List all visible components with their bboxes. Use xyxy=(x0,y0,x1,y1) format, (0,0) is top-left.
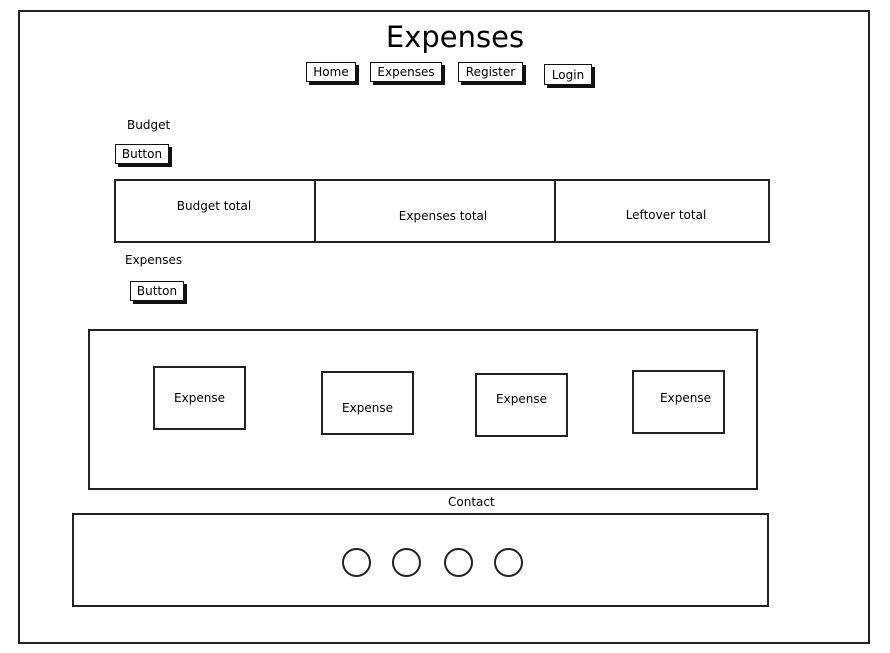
leftover-total-label: Leftover total xyxy=(625,208,707,222)
budget-total-label: Budget total xyxy=(176,199,252,213)
expenses-total-label: Expenses total xyxy=(398,209,488,223)
expenses-total-cell: Expenses total xyxy=(316,179,556,243)
page-title: Expenses xyxy=(385,20,525,54)
contact-heading: Contact xyxy=(448,495,495,509)
expense-card[interactable]: Expense xyxy=(475,373,568,437)
expenses-button[interactable]: Button xyxy=(130,281,184,301)
expenses-heading: Expenses xyxy=(125,253,183,267)
expense-card[interactable]: Expense xyxy=(321,371,414,435)
budget-total-cell: Budget total xyxy=(114,179,316,243)
expense-card[interactable]: Expense xyxy=(153,366,246,430)
nav-register-button[interactable]: Register xyxy=(458,62,523,82)
nav-login-button[interactable]: Login xyxy=(544,64,592,85)
contact-circle-icon[interactable] xyxy=(342,548,371,577)
leftover-total-cell: Leftover total xyxy=(556,179,770,243)
expense-card[interactable]: Expense xyxy=(632,370,725,434)
budget-heading: Budget xyxy=(127,118,171,132)
nav-home-button[interactable]: Home xyxy=(306,62,356,82)
contact-circle-icon[interactable] xyxy=(392,548,421,577)
nav-expenses-button[interactable]: Expenses xyxy=(370,62,442,82)
contact-circle-icon[interactable] xyxy=(444,548,473,577)
budget-button[interactable]: Button xyxy=(115,144,169,164)
contact-circle-icon[interactable] xyxy=(494,548,523,577)
